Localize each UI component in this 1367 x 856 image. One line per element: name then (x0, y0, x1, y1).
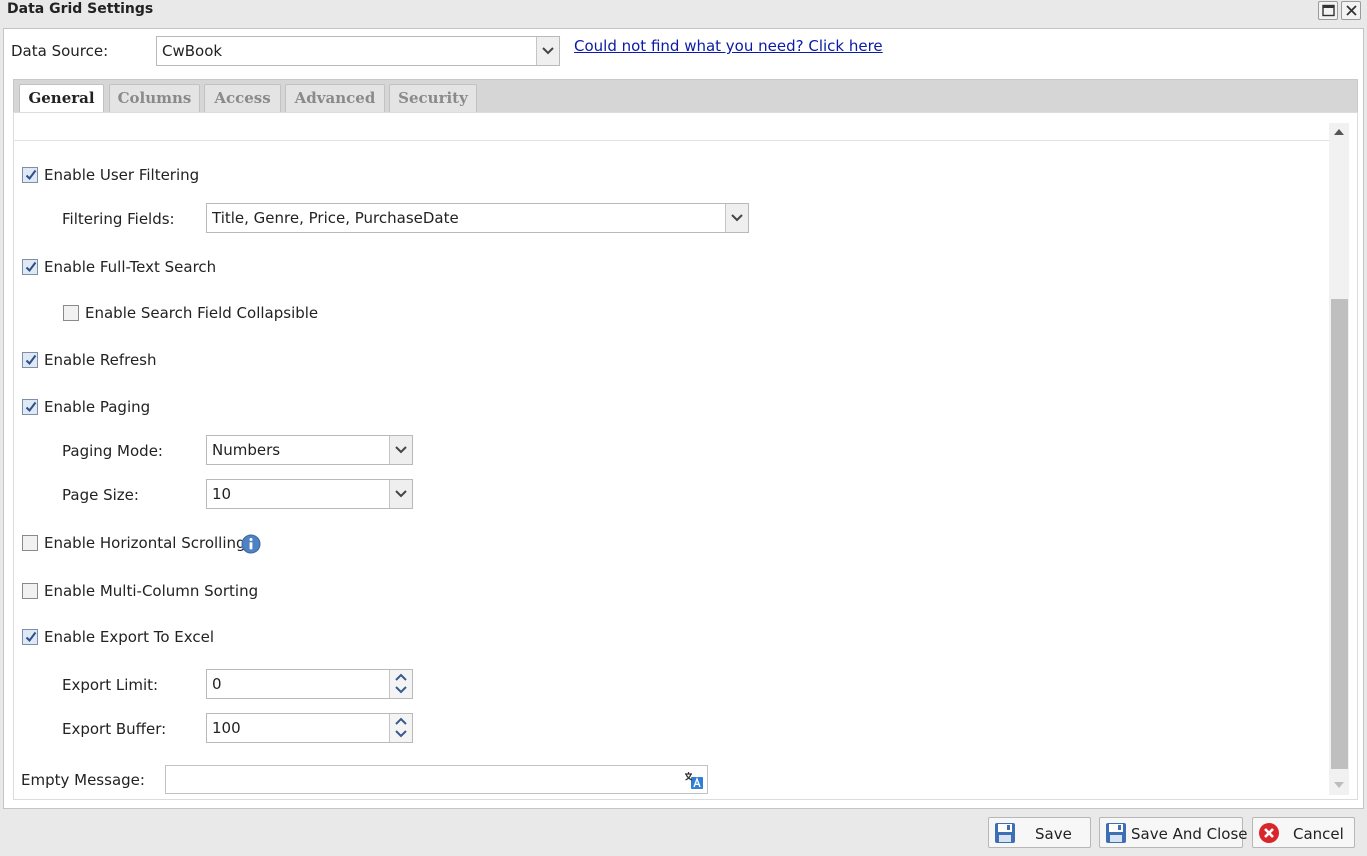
paging-mode-select[interactable]: Numbers (206, 435, 413, 465)
chevron-down-icon (542, 47, 554, 55)
tab-general[interactable]: General (19, 84, 104, 114)
checkmark-icon (25, 631, 37, 643)
cancel-icon (1259, 823, 1279, 843)
export-buffer-spinner[interactable]: 100 (206, 713, 413, 743)
data-source-value: CwBook (162, 42, 223, 60)
paging-checkbox[interactable] (22, 399, 38, 415)
cancel-button[interactable]: Cancel (1252, 817, 1355, 848)
cancel-label: Cancel (1293, 825, 1344, 843)
empty-message-label: Empty Message: (21, 771, 145, 789)
data-source-select[interactable]: CwBook (156, 36, 560, 66)
checkmark-icon (25, 354, 37, 366)
window-title: Data Grid Settings (7, 1, 154, 17)
multi-column-sorting-label: Enable Multi-Column Sorting (44, 582, 259, 600)
title-bar: Data Grid Settings (0, 0, 1367, 23)
checkmark-icon (25, 261, 37, 273)
scroll-down-icon[interactable] (1334, 782, 1344, 789)
scroll-up-icon[interactable] (1334, 128, 1344, 135)
save-label: Save (1035, 825, 1072, 843)
full-text-search-checkbox[interactable] (22, 259, 38, 275)
tab-access[interactable]: Access (204, 84, 281, 113)
chevron-down-icon[interactable] (395, 730, 407, 738)
refresh-label: Enable Refresh (44, 351, 157, 369)
filtering-fields-value: Title, Genre, Price, PurchaseDate (212, 209, 459, 227)
paging-label: Enable Paging (44, 398, 151, 416)
user-filtering-label: Enable User Filtering (44, 166, 200, 184)
translate-icon[interactable] (684, 771, 704, 790)
chevron-down-icon (395, 490, 407, 498)
page-size-label: Page Size: (62, 486, 139, 504)
search-collapsible-checkbox[interactable] (63, 305, 79, 321)
save-icon (995, 823, 1015, 843)
data-source-dropdown-button[interactable] (536, 37, 559, 65)
export-excel-label: Enable Export To Excel (44, 628, 215, 646)
save-and-close-label: Save And Close (1131, 825, 1248, 843)
user-filtering-checkbox[interactable] (22, 167, 38, 183)
chevron-up-icon[interactable] (395, 717, 407, 725)
search-collapsible-label: Enable Search Field Collapsible (85, 304, 319, 322)
export-limit-value[interactable]: 0 (212, 675, 222, 693)
page-size-dropdown-button[interactable] (389, 480, 412, 508)
settings-panel: Data Source: CwBook Could not find what … (3, 28, 1364, 809)
paging-mode-label: Paging Mode: (62, 442, 163, 460)
maximize-button[interactable] (1318, 1, 1338, 20)
tab-advanced[interactable]: Advanced (285, 84, 385, 113)
maximize-icon (1322, 4, 1335, 17)
chevron-down-icon (731, 214, 743, 222)
info-icon[interactable] (241, 534, 261, 554)
chevron-down-icon (395, 446, 407, 454)
export-buffer-value[interactable]: 100 (212, 719, 241, 737)
export-limit-spinner[interactable]: 0 (206, 669, 413, 699)
filtering-fields-dropdown-button[interactable] (725, 204, 748, 232)
save-and-close-button[interactable]: Save And Close (1099, 817, 1248, 848)
filtering-fields-label: Filtering Fields: (62, 210, 175, 228)
tab-security[interactable]: Security (389, 84, 477, 113)
help-link[interactable]: Could not find what you need? Click here (574, 37, 883, 55)
export-limit-label: Export Limit: (62, 676, 159, 694)
data-source-label: Data Source: (11, 42, 109, 60)
close-button[interactable] (1341, 1, 1361, 20)
paging-mode-value: Numbers (212, 441, 281, 459)
export-limit-spin-buttons (389, 670, 412, 698)
horizontal-scrolling-label: Enable Horizontal Scrolling (44, 534, 246, 552)
tab-strip: General Columns Access Advanced Security (13, 79, 1358, 114)
empty-message-input[interactable] (165, 765, 708, 794)
general-tab-content: Enable User Filtering Filtering Fields: … (13, 112, 1358, 800)
chevron-down-icon[interactable] (395, 686, 407, 694)
close-icon (1346, 5, 1357, 16)
chevron-up-icon[interactable] (395, 673, 407, 681)
divider (14, 140, 1330, 141)
filtering-fields-select[interactable]: Title, Genre, Price, PurchaseDate (206, 203, 749, 233)
vertical-scrollbar[interactable] (1329, 123, 1349, 795)
save-icon (1106, 823, 1126, 843)
scrollbar-thumb[interactable] (1331, 299, 1348, 769)
full-text-search-label: Enable Full-Text Search (44, 258, 217, 276)
refresh-checkbox[interactable] (22, 352, 38, 368)
tab-columns[interactable]: Columns (109, 84, 200, 113)
paging-mode-dropdown-button[interactable] (389, 436, 412, 464)
export-buffer-spin-buttons (389, 714, 412, 742)
horizontal-scrolling-checkbox[interactable] (22, 535, 38, 551)
export-buffer-label: Export Buffer: (62, 720, 167, 738)
checkmark-icon (25, 401, 37, 413)
export-excel-checkbox[interactable] (22, 629, 38, 645)
checkmark-icon (25, 169, 37, 181)
page-size-value: 10 (212, 485, 232, 503)
multi-column-sorting-checkbox[interactable] (22, 583, 38, 599)
save-button[interactable]: Save (988, 817, 1091, 848)
page-size-select[interactable]: 10 (206, 479, 413, 509)
